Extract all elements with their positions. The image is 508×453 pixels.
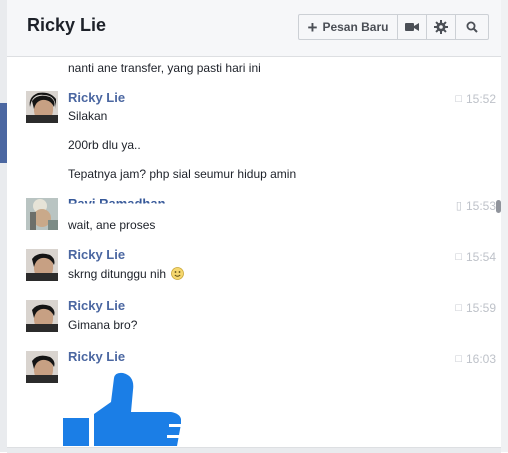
avatar[interactable]: [26, 249, 58, 281]
avatar[interactable]: [26, 198, 58, 230]
time-label: 15:52: [465, 92, 496, 106]
settings-button[interactable]: [427, 15, 456, 39]
avatar[interactable]: [26, 351, 58, 383]
conversation-title: Ricky Lie: [27, 15, 107, 35]
message-text-content: skrng ditunggu nih: [68, 267, 167, 281]
time-label: 15:59: [465, 301, 496, 315]
mobile-phone-icon: ▯: [455, 199, 462, 212]
plus-icon: +: [307, 17, 318, 37]
scrollbar-track[interactable]: [501, 0, 508, 452]
message-text: skrng ditunggu nih: [68, 267, 185, 281]
composer-top-edge: [7, 447, 501, 453]
search-icon: [466, 21, 478, 33]
avatar-photo: [26, 300, 58, 332]
avatar-photo: [26, 351, 58, 383]
video-call-button[interactable]: [398, 15, 427, 39]
avatar-photo: [26, 91, 58, 123]
message-time: □ 16:03: [455, 352, 496, 366]
chat-header: Ricky Lie + Pesan Baru: [7, 0, 501, 57]
chat-bubble-icon: □: [455, 352, 462, 365]
sender-name[interactable]: Ricky Lie: [68, 247, 125, 262]
sender-name[interactable]: Ricky Lie: [68, 349, 125, 364]
sender-name[interactable]: Ricky Lie: [68, 298, 125, 313]
avatar[interactable]: [26, 300, 58, 332]
search-button[interactable]: [456, 15, 488, 39]
message-time: □ 15:52: [455, 92, 496, 106]
time-label: 16:03: [465, 352, 496, 366]
avatar-photo: [26, 249, 58, 281]
message-text: nanti ane transfer, yang pasti hari ini: [68, 61, 261, 75]
message-text: Gimana bro?: [68, 318, 138, 332]
scrollbar-thumb[interactable]: [496, 200, 501, 213]
sender-name[interactable]: Ricky Lie: [68, 90, 125, 105]
active-conversation-marker: [0, 103, 7, 163]
message-time: □ 15:59: [455, 301, 496, 315]
video-camera-icon: [405, 23, 419, 31]
avatar[interactable]: [26, 91, 58, 123]
message-text: Silakan: [68, 109, 108, 123]
chat-toolbar: + Pesan Baru: [298, 14, 489, 40]
message-time: ▯ 15:53: [456, 199, 496, 213]
sender-name[interactable]: Ravi Ramadhan: [68, 196, 166, 204]
gear-icon: [434, 20, 448, 34]
message-text: wait, ane proses: [68, 218, 156, 232]
thumbs-up-icon: [63, 372, 181, 446]
time-label: 15:54: [465, 250, 496, 264]
smiley-emoji-icon: [171, 267, 185, 280]
chat-bubble-icon: □: [455, 250, 462, 263]
message-text: Tepatnya jam? php sial seumur hidup amin: [68, 167, 297, 181]
new-message-label: Pesan Baru: [322, 20, 389, 34]
new-message-button[interactable]: + Pesan Baru: [299, 15, 398, 39]
avatar-photo: [26, 198, 58, 230]
time-label: 15:53: [465, 199, 496, 213]
chat-bubble-icon: □: [455, 301, 462, 314]
chat-bubble-icon: □: [455, 92, 462, 105]
message-time: □ 15:54: [455, 250, 496, 264]
message-text: 200rb dlu ya..: [68, 138, 141, 152]
left-panel-edge: [0, 0, 7, 452]
